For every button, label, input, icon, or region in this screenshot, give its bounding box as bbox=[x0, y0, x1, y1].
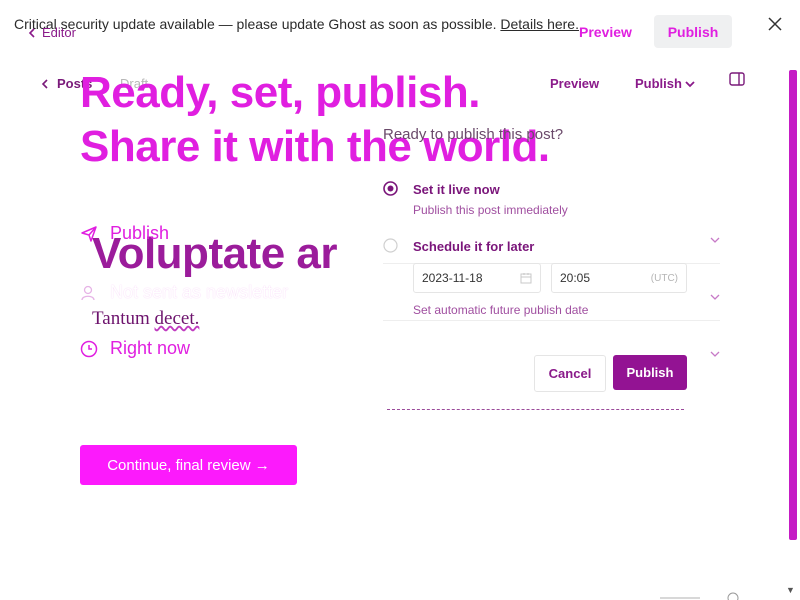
scrollbar-thumb[interactable] bbox=[789, 70, 797, 540]
summary-newsletter-row[interactable]: Not sent as newsletter bbox=[80, 282, 288, 303]
users-icon bbox=[80, 284, 98, 302]
summary-time-label: Right now bbox=[110, 338, 191, 358]
summary-publish-label: Publish bbox=[110, 223, 170, 243]
schedule-time-input[interactable]: 20:05 (UTC) bbox=[551, 263, 687, 293]
option-schedule-sub: Set automatic future publish date bbox=[413, 303, 589, 317]
radio-schedule-later[interactable] bbox=[383, 238, 398, 253]
close-icon[interactable] bbox=[766, 15, 784, 33]
chevron-left-icon bbox=[28, 27, 36, 38]
post-body[interactable]: Tantum decet. bbox=[92, 308, 199, 330]
misspelled-word: decet. bbox=[154, 308, 200, 329]
time-value: 20:05 bbox=[560, 271, 591, 285]
panel-bottom-divider bbox=[387, 409, 684, 410]
publish-question: Ready to publish this post? bbox=[383, 126, 564, 143]
continue-final-review-button[interactable]: Continue, final review → bbox=[80, 445, 297, 485]
radio-publish-now[interactable] bbox=[383, 181, 398, 196]
cancel-button[interactable]: Cancel bbox=[534, 355, 606, 392]
back-to-editor-link[interactable]: Editor bbox=[28, 25, 76, 40]
summary-newsletter-label: Not sent as newsletter bbox=[110, 282, 289, 302]
banner-text: Critical security update available — ple… bbox=[14, 16, 497, 32]
publish-confirm-button[interactable]: Publish bbox=[613, 355, 687, 390]
preview-button[interactable]: Preview bbox=[579, 24, 632, 40]
schedule-date-input[interactable]: 2023-11-18 bbox=[413, 263, 541, 293]
calendar-icon[interactable] bbox=[520, 272, 532, 284]
publish-headline: Ready, set, publish. Share it with the w… bbox=[80, 66, 550, 174]
chevron-down-icon bbox=[685, 80, 695, 88]
headline-line-1: Ready, set, publish. bbox=[80, 68, 480, 117]
chevron-left-icon bbox=[41, 78, 49, 89]
body-word: Tantum bbox=[92, 308, 150, 329]
bottom-status-fragment bbox=[660, 592, 750, 600]
clock-icon bbox=[80, 340, 98, 358]
banner-details-link[interactable]: Details here. bbox=[500, 16, 579, 32]
editor-publish-dropdown[interactable]: Publish bbox=[635, 76, 695, 91]
send-icon bbox=[80, 225, 98, 243]
panel-divider bbox=[383, 320, 720, 321]
publish-top-button[interactable]: Publish bbox=[654, 15, 732, 48]
option-schedule-label[interactable]: Schedule it for later bbox=[413, 239, 534, 254]
summary-time-row[interactable]: Right now bbox=[80, 338, 190, 359]
summary-publish-row[interactable]: Publish bbox=[80, 223, 169, 244]
date-value: 2023-11-18 bbox=[422, 271, 483, 285]
editor-back-label: Editor bbox=[42, 25, 76, 40]
editor-preview-button[interactable]: Preview bbox=[550, 76, 599, 91]
chevron-down-icon[interactable] bbox=[709, 236, 721, 244]
sidebar-toggle-icon[interactable] bbox=[729, 71, 745, 87]
option-live-now-label[interactable]: Set it live now bbox=[413, 182, 500, 197]
option-live-now-sub: Publish this post immediately bbox=[413, 203, 568, 217]
chevron-down-icon[interactable] bbox=[709, 350, 721, 358]
chevron-down-icon[interactable] bbox=[709, 293, 721, 301]
banner-message: Critical security update available — ple… bbox=[14, 16, 579, 32]
editor-publish-label: Publish bbox=[635, 76, 682, 91]
timezone-label: (UTC) bbox=[650, 272, 678, 284]
scroll-down-arrow-icon[interactable]: ▼ bbox=[786, 585, 795, 595]
